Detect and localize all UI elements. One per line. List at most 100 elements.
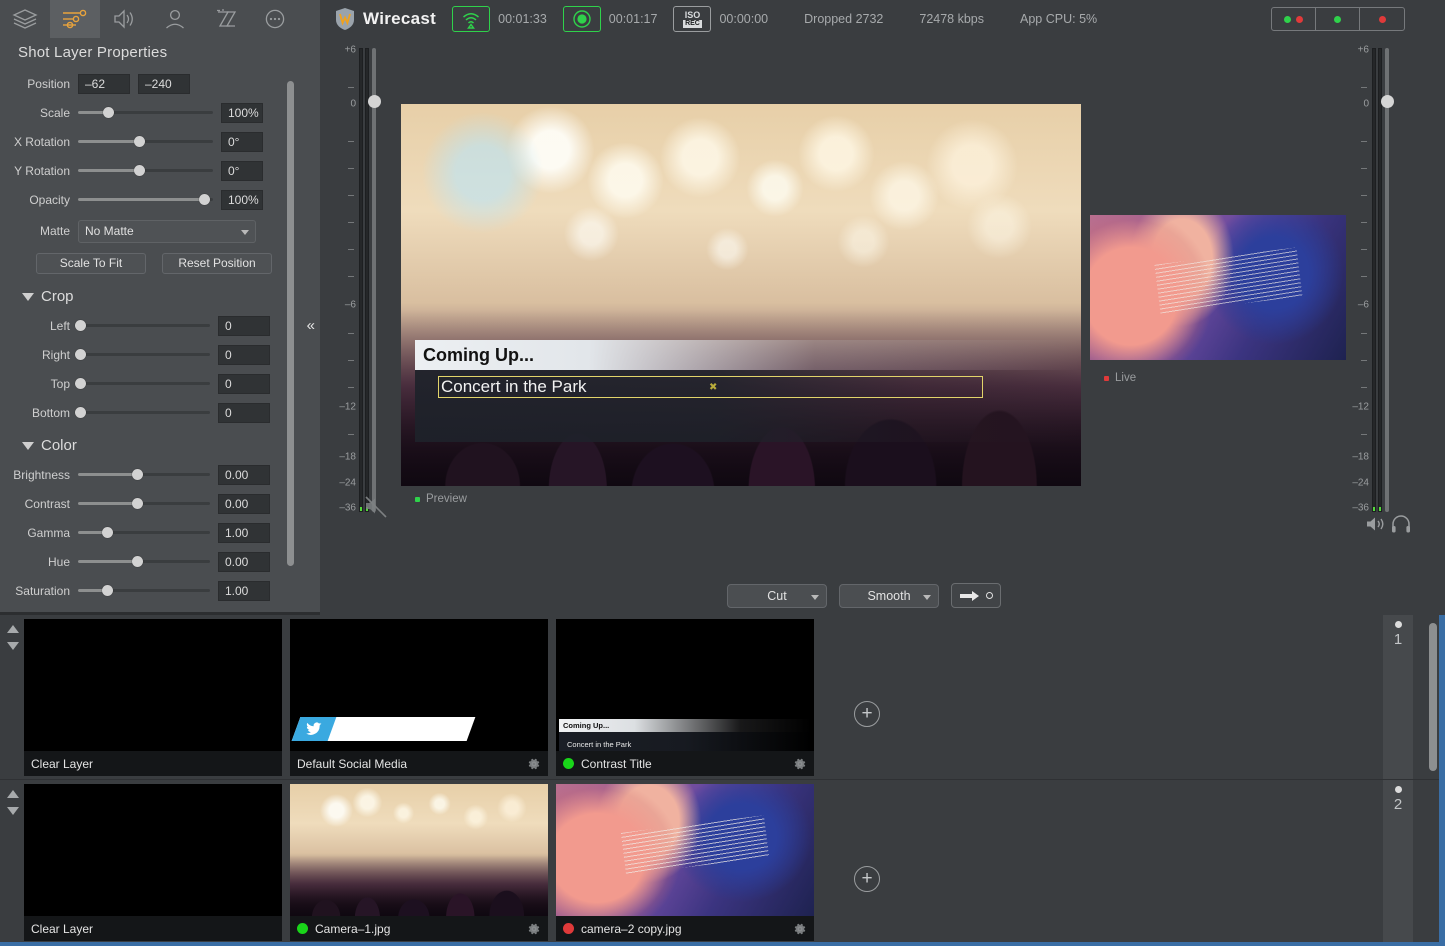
brightness-slider[interactable] — [78, 467, 210, 483]
add-shot-button-layer-1[interactable]: + — [854, 701, 880, 727]
move-layer-up-icon[interactable] — [7, 625, 19, 633]
layer-active-dot[interactable] — [1395, 621, 1402, 628]
shot-contrast-title[interactable]: Coming Up... Concert in the Park Contras… — [556, 619, 814, 776]
hue-slider[interactable] — [78, 554, 210, 570]
crop-bottom-value[interactable]: 0 — [218, 403, 270, 423]
scale-to-fit-button[interactable]: Scale To Fit — [36, 253, 146, 274]
more-icon[interactable] — [250, 0, 300, 38]
shot-thumbnail — [24, 784, 282, 916]
layer-index-2[interactable]: 2 — [1383, 780, 1413, 946]
shot-clear-layer-2[interactable]: Clear Layer — [24, 784, 282, 941]
shot-clear-layer[interactable]: Clear Layer — [24, 619, 282, 776]
live-audio-meter — [1372, 48, 1382, 512]
transition-icon[interactable] — [200, 0, 250, 38]
position-y-input[interactable]: –240 — [138, 74, 190, 94]
color-section-header[interactable]: Color — [0, 427, 320, 460]
crop-left-value[interactable]: 0 — [218, 316, 270, 336]
opacity-slider[interactable] — [78, 192, 213, 208]
title-overlay: Coming Up... Concert in the Park ✖ — [415, 340, 1081, 442]
gear-icon[interactable] — [527, 757, 541, 771]
crop-right-value[interactable]: 0 — [218, 345, 270, 365]
preview-fader-track[interactable] — [372, 48, 376, 512]
shot-default-social-media[interactable]: Default Social Media — [290, 619, 548, 776]
layer-1-shots: Clear Layer Defa — [24, 619, 814, 776]
speaker-icon[interactable] — [100, 0, 150, 38]
layer-number: 2 — [1394, 796, 1402, 813]
preview-mute-icon[interactable] — [362, 493, 388, 522]
y-rotation-slider[interactable] — [78, 163, 213, 179]
iso-rec-icon[interactable]: ISO REC — [673, 6, 711, 32]
scale-slider[interactable] — [78, 105, 213, 121]
add-shot-button-layer-2[interactable]: + — [854, 866, 880, 892]
saturation-slider[interactable] — [78, 583, 210, 599]
output-status-b[interactable] — [1316, 8, 1360, 30]
layer-active-dot[interactable] — [1395, 786, 1402, 793]
chevron-down-icon — [241, 230, 249, 235]
move-layer-down-icon[interactable] — [7, 642, 19, 650]
status-dot-green — [1284, 16, 1291, 23]
drag-handle-icon[interactable]: ✖ — [709, 382, 717, 393]
matte-select[interactable]: No Matte — [78, 220, 256, 243]
gamma-value[interactable]: 1.00 — [218, 523, 270, 543]
title-overlay-heading: Coming Up... — [415, 340, 1081, 370]
gear-icon[interactable] — [793, 922, 807, 936]
output-status-c[interactable] — [1360, 8, 1404, 30]
layer-row-2: Clear Layer Camera–1.jpg — [0, 780, 1445, 946]
y-rotation-value[interactable]: 0° — [221, 161, 263, 181]
transition-controls: Cut Smooth — [727, 583, 1001, 608]
twitter-banner — [292, 717, 476, 741]
sidebar-scrollbar[interactable] — [287, 81, 294, 566]
scale-value[interactable]: 100% — [221, 103, 263, 123]
brightness-row: Brightness 0.00 — [0, 460, 320, 489]
crop-left-slider[interactable] — [78, 318, 210, 334]
shot-camera-2-copy[interactable]: camera–2 copy.jpg — [556, 784, 814, 941]
reset-position-button[interactable]: Reset Position — [162, 253, 272, 274]
title-text-editor[interactable]: Concert in the Park ✖ — [438, 376, 983, 398]
headphones-icon[interactable] — [1390, 514, 1412, 537]
live-speaker-icon[interactable] — [1365, 514, 1387, 537]
crop-right-slider[interactable] — [78, 347, 210, 363]
live-fader-knob[interactable] — [1381, 95, 1394, 108]
shot-name: Clear Layer — [31, 922, 275, 936]
opacity-value[interactable]: 100% — [221, 190, 263, 210]
live-fader-track[interactable] — [1385, 48, 1389, 512]
record-icon[interactable] — [563, 6, 601, 32]
gear-icon[interactable] — [793, 757, 807, 771]
crop-bottom-slider[interactable] — [78, 405, 210, 421]
transition-cut-select[interactable]: Cut — [727, 584, 827, 608]
x-rotation-slider[interactable] — [78, 134, 213, 150]
transition-smooth-select[interactable]: Smooth — [839, 584, 939, 608]
arrow-right-icon — [960, 590, 980, 602]
brightness-value[interactable]: 0.00 — [218, 465, 270, 485]
shot-camera-1[interactable]: Camera–1.jpg — [290, 784, 548, 941]
position-x-input[interactable]: –62 — [78, 74, 130, 94]
broadcast-icon[interactable] — [452, 6, 490, 32]
move-layer-up-icon[interactable] — [7, 790, 19, 798]
move-layer-down-icon[interactable] — [7, 807, 19, 815]
saturation-value[interactable]: 1.00 — [218, 581, 270, 601]
crop-section-header[interactable]: Crop — [0, 278, 320, 311]
hue-value[interactable]: 0.00 — [218, 552, 270, 572]
contrast-slider[interactable] — [78, 496, 210, 512]
crop-top-slider[interactable] — [78, 376, 210, 392]
gamma-slider[interactable] — [78, 525, 210, 541]
sliders-icon[interactable] — [50, 0, 100, 38]
preview-monitor[interactable]: Coming Up... Concert in the Park ✖ — [401, 104, 1081, 486]
disclosure-triangle-icon — [22, 442, 34, 450]
preview-fader-knob[interactable] — [368, 95, 381, 108]
shot-name: camera–2 copy.jpg — [581, 922, 786, 936]
layer-index-1[interactable]: 1 — [1383, 615, 1413, 779]
crop-top-value[interactable]: 0 — [218, 374, 270, 394]
go-transition-button[interactable] — [951, 583, 1001, 608]
gear-icon[interactable] — [527, 922, 541, 936]
x-rotation-value[interactable]: 0° — [221, 132, 263, 152]
contrast-value[interactable]: 0.00 — [218, 494, 270, 514]
matte-label: Matte — [0, 224, 78, 238]
layers-icon[interactable] — [0, 0, 50, 38]
live-monitor[interactable] — [1090, 215, 1346, 360]
collapse-sidebar-button[interactable]: « — [307, 317, 315, 334]
output-status-a[interactable] — [1272, 8, 1316, 30]
shot-footer: Clear Layer — [24, 916, 282, 941]
layers-scrollbar[interactable] — [1429, 623, 1437, 771]
person-icon[interactable] — [150, 0, 200, 38]
